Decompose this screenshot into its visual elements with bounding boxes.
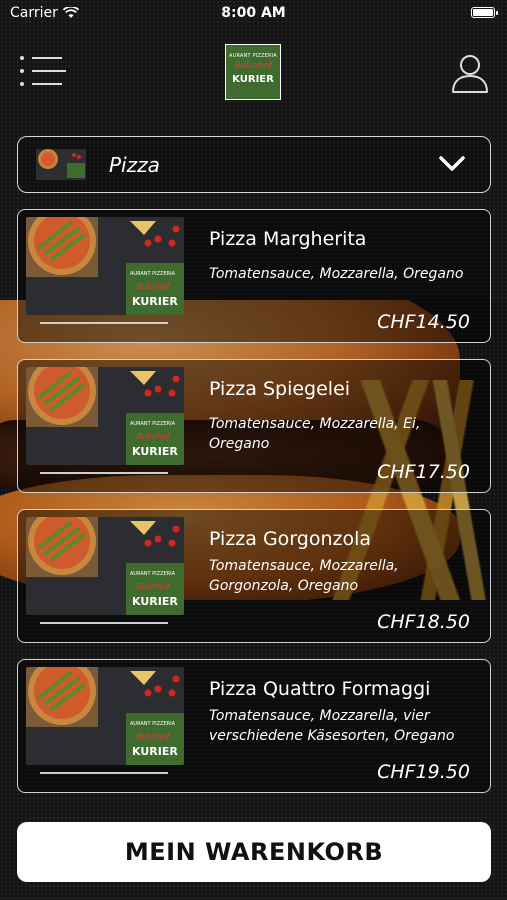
product-price: CHF17.50 [377,461,470,483]
product-description: Tomatensauce, Mozzarella, vier verschied… [209,708,455,744]
product-name: Pizza Spiegelei [209,378,351,400]
category-thumbnail [36,149,86,180]
svg-text:AURANT PIZZERIA: AURANT PIZZERIA [130,721,176,727]
svg-text:Bahnhof: Bahnhof [135,432,172,441]
product-name: Pizza Gorgonzola [209,528,372,550]
logo-top-text: AURANT PIZZERIA [228,53,278,59]
product-description: Tomatensauce, Mozzarella, Ei, Oregano [209,416,421,452]
svg-text:KURIER: KURIER [132,745,178,758]
product-description: Tomatensauce, Mozzarella, Gorgonzola, Or… [209,558,399,594]
product-card[interactable]: AURANT PIZZERIA Bahnhof KURIER Pizza Spi… [17,359,491,493]
product-price: CHF19.50 [377,761,470,783]
svg-text:KURIER: KURIER [132,295,178,308]
product-description: Tomatensauce, Mozzarella, Oregano [209,266,464,282]
thumbnail-divider [40,772,168,774]
cart-button[interactable]: MEIN WARENKORB [17,822,491,882]
svg-text:AURANT PIZZERIA: AURANT PIZZERIA [130,571,176,577]
product-card[interactable]: AURANT PIZZERIA Bahnhof KURIER Pizza Mar… [17,209,491,343]
product-card[interactable]: AURANT PIZZERIA Bahnhof KURIER Pizza Qua… [17,659,491,793]
pizza-thumbnail: AURANT PIZZERIA Bahnhof KURIER [26,667,184,765]
logo-kurier-text: KURIER [232,74,274,85]
svg-text:AURANT PIZZERIA: AURANT PIZZERIA [130,271,176,277]
user-icon[interactable] [450,52,490,94]
pizza-thumbnail: AURANT PIZZERIA Bahnhof KURIER [26,217,184,315]
thumbnail-divider [40,322,168,324]
header: AURANT PIZZERIA Bahnhof KURIER [0,40,507,105]
chevron-down-icon [439,156,465,171]
status-time: 8:00 AM [221,5,286,21]
status-bar: Carrier 8:00 AM [0,0,507,28]
pizza-thumbnail: AURANT PIZZERIA Bahnhof KURIER [26,367,184,465]
category-label: Pizza [109,153,160,177]
battery-icon [471,7,498,18]
product-card[interactable]: AURANT PIZZERIA Bahnhof KURIER Pizza Gor… [17,509,491,643]
svg-text:KURIER: KURIER [132,445,178,458]
svg-text:Bahnhof: Bahnhof [135,582,172,591]
product-name: Pizza Quattro Formaggi [209,678,431,700]
logo[interactable]: AURANT PIZZERIA Bahnhof KURIER [225,44,281,100]
svg-text:Bahnhof: Bahnhof [135,282,172,291]
svg-text:AURANT PIZZERIA: AURANT PIZZERIA [130,421,176,427]
pizza-thumbnail: AURANT PIZZERIA Bahnhof KURIER [26,517,184,615]
thumbnail-divider [40,622,168,624]
svg-text:Bahnhof: Bahnhof [135,732,172,741]
product-price: CHF18.50 [377,611,470,633]
logo-script-text: Bahnhof [233,61,273,71]
menu-list-icon[interactable] [20,56,66,88]
product-price: CHF14.50 [377,311,470,333]
product-name: Pizza Margherita [209,228,367,250]
category-dropdown[interactable]: Pizza [17,136,491,193]
thumbnail-divider [40,472,168,474]
svg-text:KURIER: KURIER [132,595,178,608]
